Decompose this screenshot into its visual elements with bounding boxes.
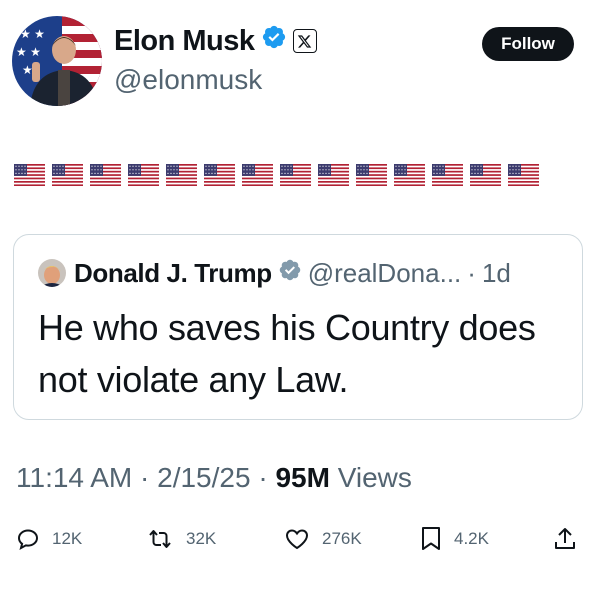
author-avatar[interactable]: ★ ★ ★ ★ ★: [12, 16, 102, 106]
author-name-row: Elon Musk: [114, 24, 317, 58]
share-button[interactable]: [553, 524, 577, 554]
author-handle[interactable]: @elonmusk: [114, 64, 262, 96]
verified-badge-icon: [261, 24, 287, 58]
like-button[interactable]: 276K: [284, 524, 362, 554]
quoted-dot-separator: ·: [467, 258, 476, 288]
meta-separator: ·: [140, 462, 158, 493]
quoted-verified-badge-icon: [278, 258, 302, 289]
us-flag-emoji: [432, 164, 463, 186]
x-logo-icon: [292, 29, 317, 53]
us-flag-emoji: [356, 164, 387, 186]
follow-button[interactable]: Follow: [482, 27, 574, 61]
tweet-time[interactable]: 11:14 AM: [16, 462, 132, 493]
views-label: Views: [337, 462, 412, 493]
repost-button[interactable]: 32K: [146, 524, 216, 554]
quoted-time: 1d: [481, 258, 511, 288]
quoted-author-avatar: [38, 259, 66, 287]
reply-button[interactable]: 12K: [16, 524, 82, 554]
us-flag-emoji: [508, 164, 539, 186]
author-name[interactable]: Elon Musk: [114, 25, 255, 58]
us-flag-emoji: [128, 164, 159, 186]
us-flag-emoji: [318, 164, 349, 186]
repost-count: 32K: [186, 529, 217, 548]
bookmark-count: 4.2K: [454, 529, 489, 548]
quoted-tweet-header: Donald J. Trump @realDona... · 1d: [74, 258, 511, 289]
us-flag-emoji: [14, 164, 45, 186]
meta-separator: ·: [258, 462, 276, 493]
us-flag-emoji: [204, 164, 235, 186]
svg-text:★ ★: ★ ★: [16, 45, 41, 59]
us-flag-emoji: [470, 164, 501, 186]
quoted-author-name: Donald J. Trump: [74, 258, 272, 288]
views-count: 95M: [275, 462, 330, 493]
like-count: 276K: [322, 529, 362, 548]
reply-icon: [16, 527, 40, 551]
flag-emoji-row: [14, 164, 539, 186]
share-icon: [553, 526, 577, 552]
svg-text:★: ★: [22, 63, 33, 77]
us-flag-emoji: [166, 164, 197, 186]
bookmark-icon: [420, 526, 442, 552]
us-flag-emoji: [242, 164, 273, 186]
tweet-meta: 11:14 AM · 2/15/25 · 95M Views: [16, 462, 412, 494]
svg-text:★ ★: ★ ★: [20, 27, 45, 41]
us-flag-emoji: [394, 164, 425, 186]
us-flag-emoji: [90, 164, 121, 186]
tweet-date[interactable]: 2/15/25: [157, 462, 250, 493]
us-flag-emoji: [280, 164, 311, 186]
heart-icon: [284, 527, 310, 551]
quoted-author-handle: @realDona...: [307, 258, 462, 288]
quoted-tweet-text: He who saves his Country does not violat…: [38, 307, 536, 400]
reply-count: 12K: [52, 529, 83, 548]
repost-icon: [146, 527, 174, 551]
bookmark-button[interactable]: 4.2K: [420, 524, 489, 554]
us-flag-emoji: [52, 164, 83, 186]
